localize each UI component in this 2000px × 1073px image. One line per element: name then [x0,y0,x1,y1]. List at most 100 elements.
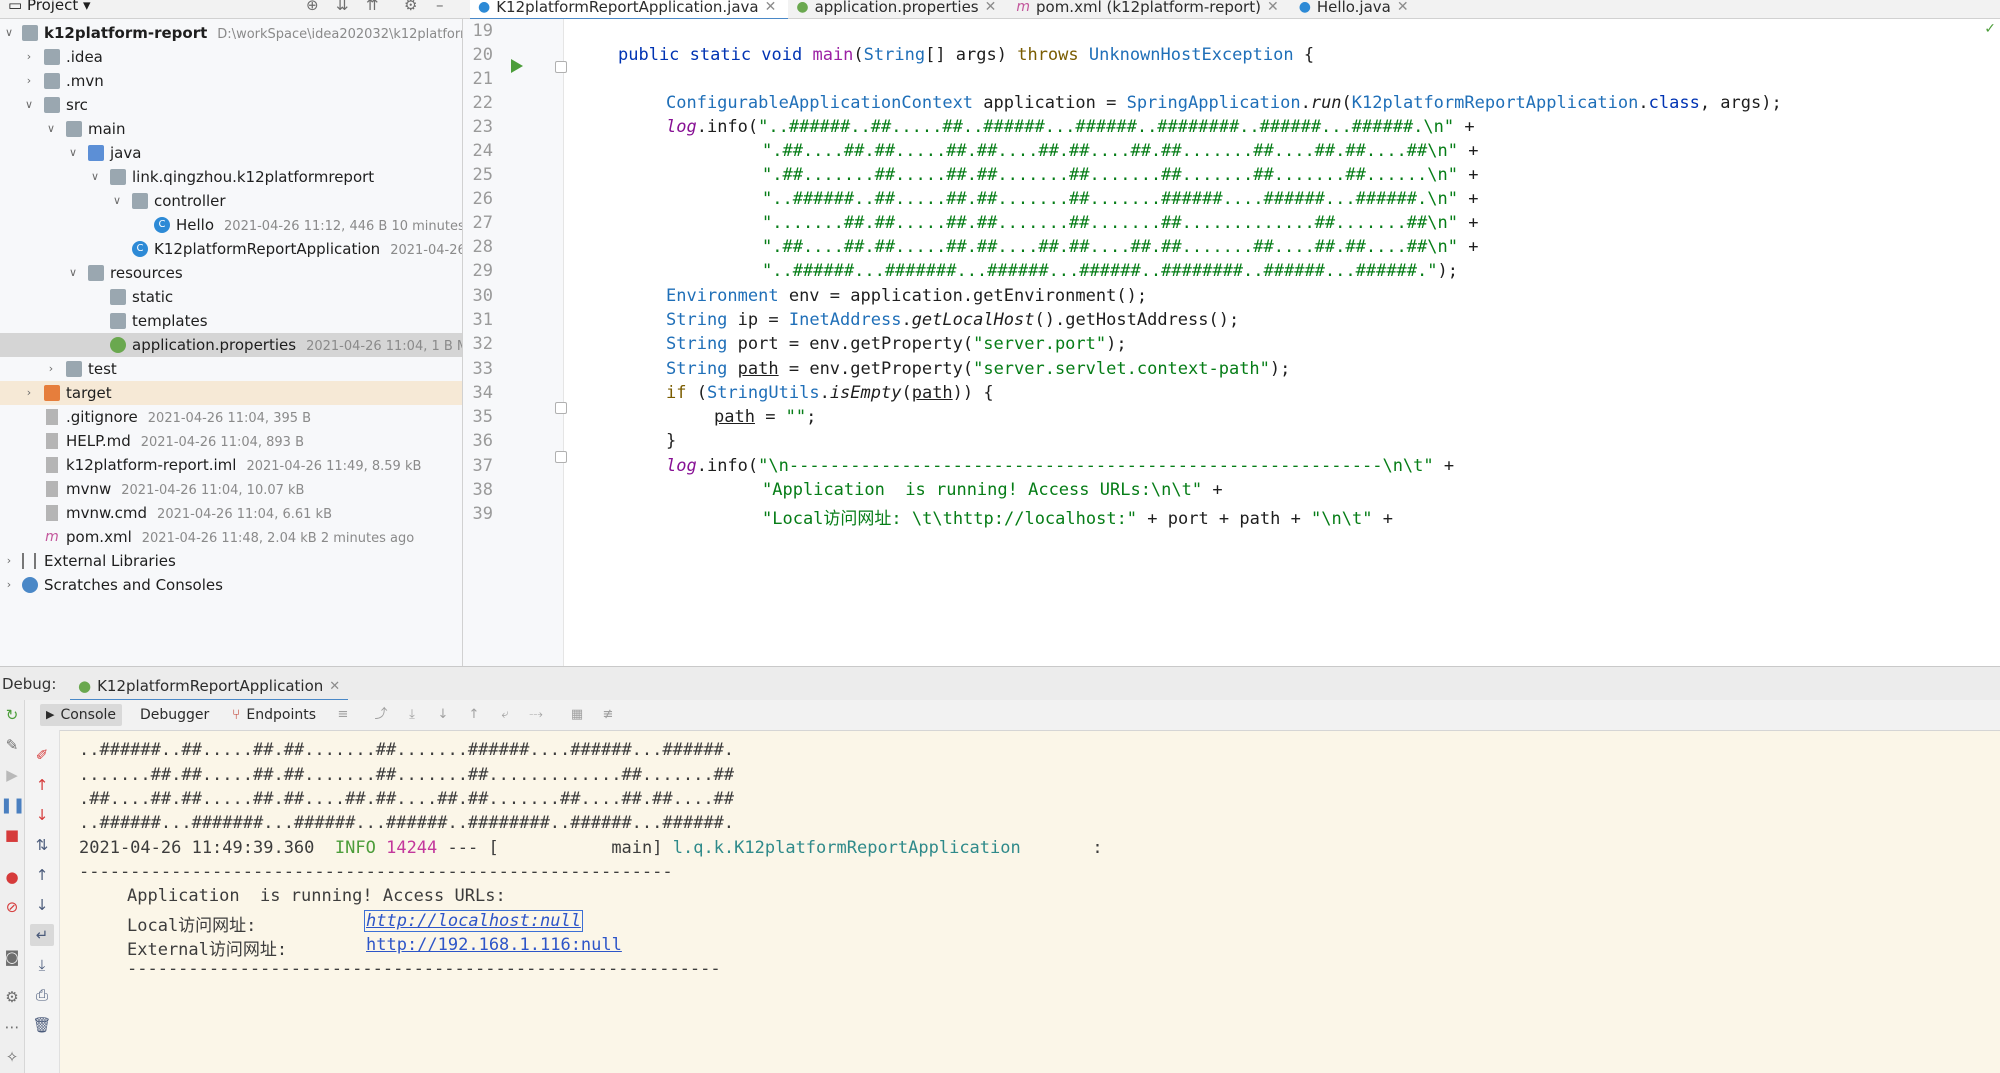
run-icon[interactable] [511,59,523,73]
tree-item-application-properties[interactable]: application.properties 2021-04-26 11:04, … [0,333,462,357]
tree-item-mvnw-cmd[interactable]: mvnw.cmd 2021-04-26 11:04, 6.61 kB [0,501,462,525]
trace-icon[interactable]: ≢ [599,706,617,724]
resume-icon[interactable]: ▶ [0,764,24,786]
chevron-down-icon[interactable]: ∨ [88,165,102,189]
rerun-icon[interactable]: ↻ [0,704,24,726]
pin-icon[interactable]: ✧ [0,1046,24,1068]
more-icon[interactable]: ⋯ [0,1016,24,1038]
tree-item-root[interactable]: ∨ k12platform-report D:\workSpace\idea202… [0,21,462,45]
project-panel-title[interactable]: ▭ Project ▾ [8,0,91,13]
print-icon[interactable]: ⎙ [30,984,54,1006]
stop-icon[interactable]: ■ [0,824,24,846]
chevron-right-icon[interactable]: › [22,381,36,405]
tree-item-templates[interactable]: templates [0,309,462,333]
previous-occurrence-icon[interactable]: ↑ [30,864,54,886]
step-over-icon[interactable]: ⤓ [403,706,421,724]
line-number: 33 [472,359,493,379]
tree-item-resources[interactable]: ∨ resources [0,261,462,285]
chevron-down-icon[interactable]: ∨ [66,261,80,285]
tab-debugger[interactable]: Debugger [140,704,209,726]
chevron-right-icon[interactable]: › [22,45,36,69]
class-icon: ● [1298,0,1311,15]
wrench-icon[interactable]: ✎ [0,734,24,756]
down-arrow-icon[interactable]: ↓ [30,804,54,826]
tree-item-idea[interactable]: › .idea [0,45,462,69]
sort-icon[interactable]: ⇅ [30,834,54,856]
evaluate-expression-icon[interactable]: ▦ [568,706,586,724]
run-to-cursor-icon[interactable]: ⤏ [527,706,545,724]
chevron-down-icon[interactable]: ∨ [2,21,16,45]
tab-hello-java[interactable]: ● Hello.java ✕ [1291,0,1421,18]
camera-icon[interactable]: ◙ [0,946,24,968]
tab-endpoints[interactable]: ⑂ Endpoints [232,704,316,726]
tree-item-help-md[interactable]: HELP.md 2021-04-26 11:04, 893 B [0,429,462,453]
local-url-link[interactable]: http://localhost:null [364,910,583,932]
show-execution-point-icon[interactable]: ⤴ [372,706,390,724]
view-breakpoints-icon[interactable]: ● [0,866,24,888]
gear-icon[interactable]: ⚙ [404,0,417,13]
tree-item-gitignore[interactable]: .gitignore 2021-04-26 11:04, 395 B [0,405,462,429]
close-icon[interactable]: ✕ [329,679,340,694]
chevron-down-icon[interactable]: ∨ [66,141,80,165]
layout-icon[interactable]: ≡ [334,706,352,724]
next-occurrence-icon[interactable]: ↓ [30,894,54,916]
spring-properties-icon [110,337,126,353]
tree-item-k12platformreportapplication[interactable]: C K12platformReportApplication 2021-04-26… [0,237,462,261]
chevron-right-icon[interactable]: › [22,69,36,93]
tree-item-main[interactable]: ∨ main [0,117,462,141]
fold-icon[interactable] [555,402,567,414]
step-out-icon[interactable]: ↑ [465,706,483,724]
tab-k12platformreportapplication[interactable]: ● K12platformReportApplication.java ✕ [470,0,789,21]
drop-frame-icon[interactable]: ⤶ [496,706,514,724]
tree-item-controller[interactable]: ∨ controller [0,189,462,213]
external-url-link[interactable]: http://192.168.1.116:null [366,935,622,955]
pause-icon[interactable]: ❚❚ [0,794,25,816]
line-number: 35 [472,407,493,427]
code-editor[interactable]: ✓ 19 20 21 22 23 24 25 26 27 28 29 30 31… [463,19,2000,666]
tree-item-test[interactable]: › test [0,357,462,381]
chevron-down-icon[interactable]: ∨ [44,117,58,141]
tree-item-label: controller [154,192,226,210]
scroll-to-end-icon[interactable]: ⤓ [30,954,54,976]
fold-icon[interactable] [555,451,567,463]
tree-item-java[interactable]: ∨ java [0,141,462,165]
tree-item-pom-xml[interactable]: m pom.xml 2021-04-26 11:48, 2.04 kB 2 min… [0,525,462,549]
trash-icon[interactable]: 🗑 [30,1014,54,1036]
tree-item-scratches[interactable]: › Scratches and Consoles [0,573,462,597]
chevron-down-icon[interactable]: ∨ [22,93,36,117]
debug-session-tab[interactable]: ● K12platformReportApplication ✕ [70,673,349,702]
close-icon[interactable]: ✕ [1397,0,1409,14]
close-icon[interactable]: ✕ [765,0,777,14]
tree-item-target[interactable]: › target [0,381,462,405]
soft-wrap-icon[interactable]: ↵ [30,924,54,946]
expand-all-icon[interactable]: ⇈ [366,0,379,13]
tree-item-static[interactable]: static [0,285,462,309]
tab-application-properties[interactable]: ● application.properties ✕ [788,0,1008,18]
tree-item-package[interactable]: ∨ link.qingzhou.k12platformreport [0,165,462,189]
tree-item-mvnw[interactable]: mvnw 2021-04-26 11:04, 10.07 kB [0,477,462,501]
chevron-right-icon[interactable]: › [44,357,58,381]
step-into-icon[interactable]: ↓ [434,706,452,724]
close-icon[interactable]: ✕ [985,0,997,14]
minimize-icon[interactable]: – [436,0,444,13]
tree-item-external-libraries[interactable]: › External Libraries [0,549,462,573]
console-banner-line: ..######...#######...######...######..##… [79,813,735,833]
fold-icon[interactable] [555,61,567,73]
clear-output-icon[interactable]: ✐ [30,744,54,766]
tree-item-hello[interactable]: C Hello 2021-04-26 11:12, 446 B 10 minute… [0,213,462,237]
tab-pom-xml[interactable]: m pom.xml (k12platform-report) ✕ [1008,0,1290,18]
chevron-right-icon[interactable]: › [2,573,16,597]
collapse-all-icon[interactable]: ⇊ [336,0,349,13]
chevron-down-icon[interactable]: ∨ [110,189,124,213]
tree-item-iml[interactable]: k12platform-report.iml 2021-04-26 11:49, … [0,453,462,477]
chevron-right-icon[interactable]: › [2,549,16,573]
close-icon[interactable]: ✕ [1267,0,1279,14]
locate-file-icon[interactable]: ⊕ [306,0,319,13]
tree-item-src[interactable]: ∨ src [0,93,462,117]
console-output[interactable]: ..######..##.....##.##.......##.......##… [60,731,2000,1073]
settings-icon[interactable]: ⚙ [0,986,24,1008]
tab-console[interactable]: ▶ Console [40,704,123,726]
mute-breakpoints-icon[interactable]: ⊘ [0,896,24,918]
tree-item-mvn[interactable]: › .mvn [0,69,462,93]
up-arrow-icon[interactable]: ↑ [30,774,54,796]
